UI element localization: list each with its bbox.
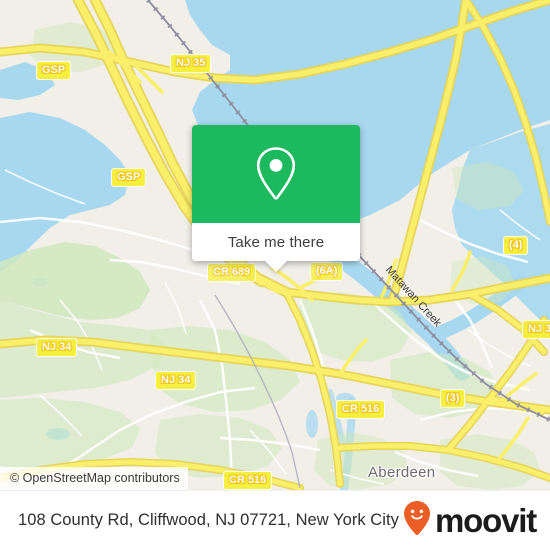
shield-gsp-mid: GSP	[111, 168, 147, 187]
moovit-wordmark: moovit	[435, 502, 537, 539]
shield-nj35: NJ 35	[170, 54, 212, 73]
shield-nj34-mid: NJ 34	[155, 371, 197, 390]
shield-exit-6a: (6A)	[310, 262, 344, 281]
moovit-smiley-pin-icon	[403, 500, 431, 541]
take-me-there-button[interactable]: Take me there	[192, 223, 360, 261]
take-me-there-label: Take me there	[227, 233, 325, 251]
shield-nj35-east: NJ 3	[522, 320, 550, 339]
osm-attribution[interactable]: © OpenStreetMap contributors	[0, 467, 188, 490]
shield-cr689: CR 689	[207, 263, 257, 282]
location-popup-card[interactable]: Take me there	[192, 125, 360, 272]
map-screen: GSP NJ 35 GSP CR 689 (6A) (4) NJ 34 NJ 3…	[0, 0, 550, 550]
popup-pointer-tail	[264, 260, 288, 272]
moovit-logo[interactable]: moovit	[403, 500, 537, 541]
shield-gsp-north: GSP	[36, 61, 72, 80]
shield-nj34-west: NJ 34	[36, 338, 78, 357]
shield-cr516-bottom: CR 516	[223, 471, 273, 490]
address-text: 108 County Rd, Cliffwood, NJ 07721, New …	[18, 511, 399, 529]
map-pin-icon	[253, 145, 299, 203]
footer-bar: 108 County Rd, Cliffwood, NJ 07721, New …	[0, 490, 550, 550]
shield-cr516-mid: CR 516	[336, 400, 386, 419]
map-canvas[interactable]: GSP NJ 35 GSP CR 689 (6A) (4) NJ 34 NJ 3…	[0, 0, 550, 490]
popup-header	[192, 125, 360, 223]
shield-exit-4: (4)	[503, 236, 529, 255]
place-label-aberdeen: Aberdeen	[368, 464, 436, 481]
shield-exit-3: (3)	[440, 389, 466, 408]
